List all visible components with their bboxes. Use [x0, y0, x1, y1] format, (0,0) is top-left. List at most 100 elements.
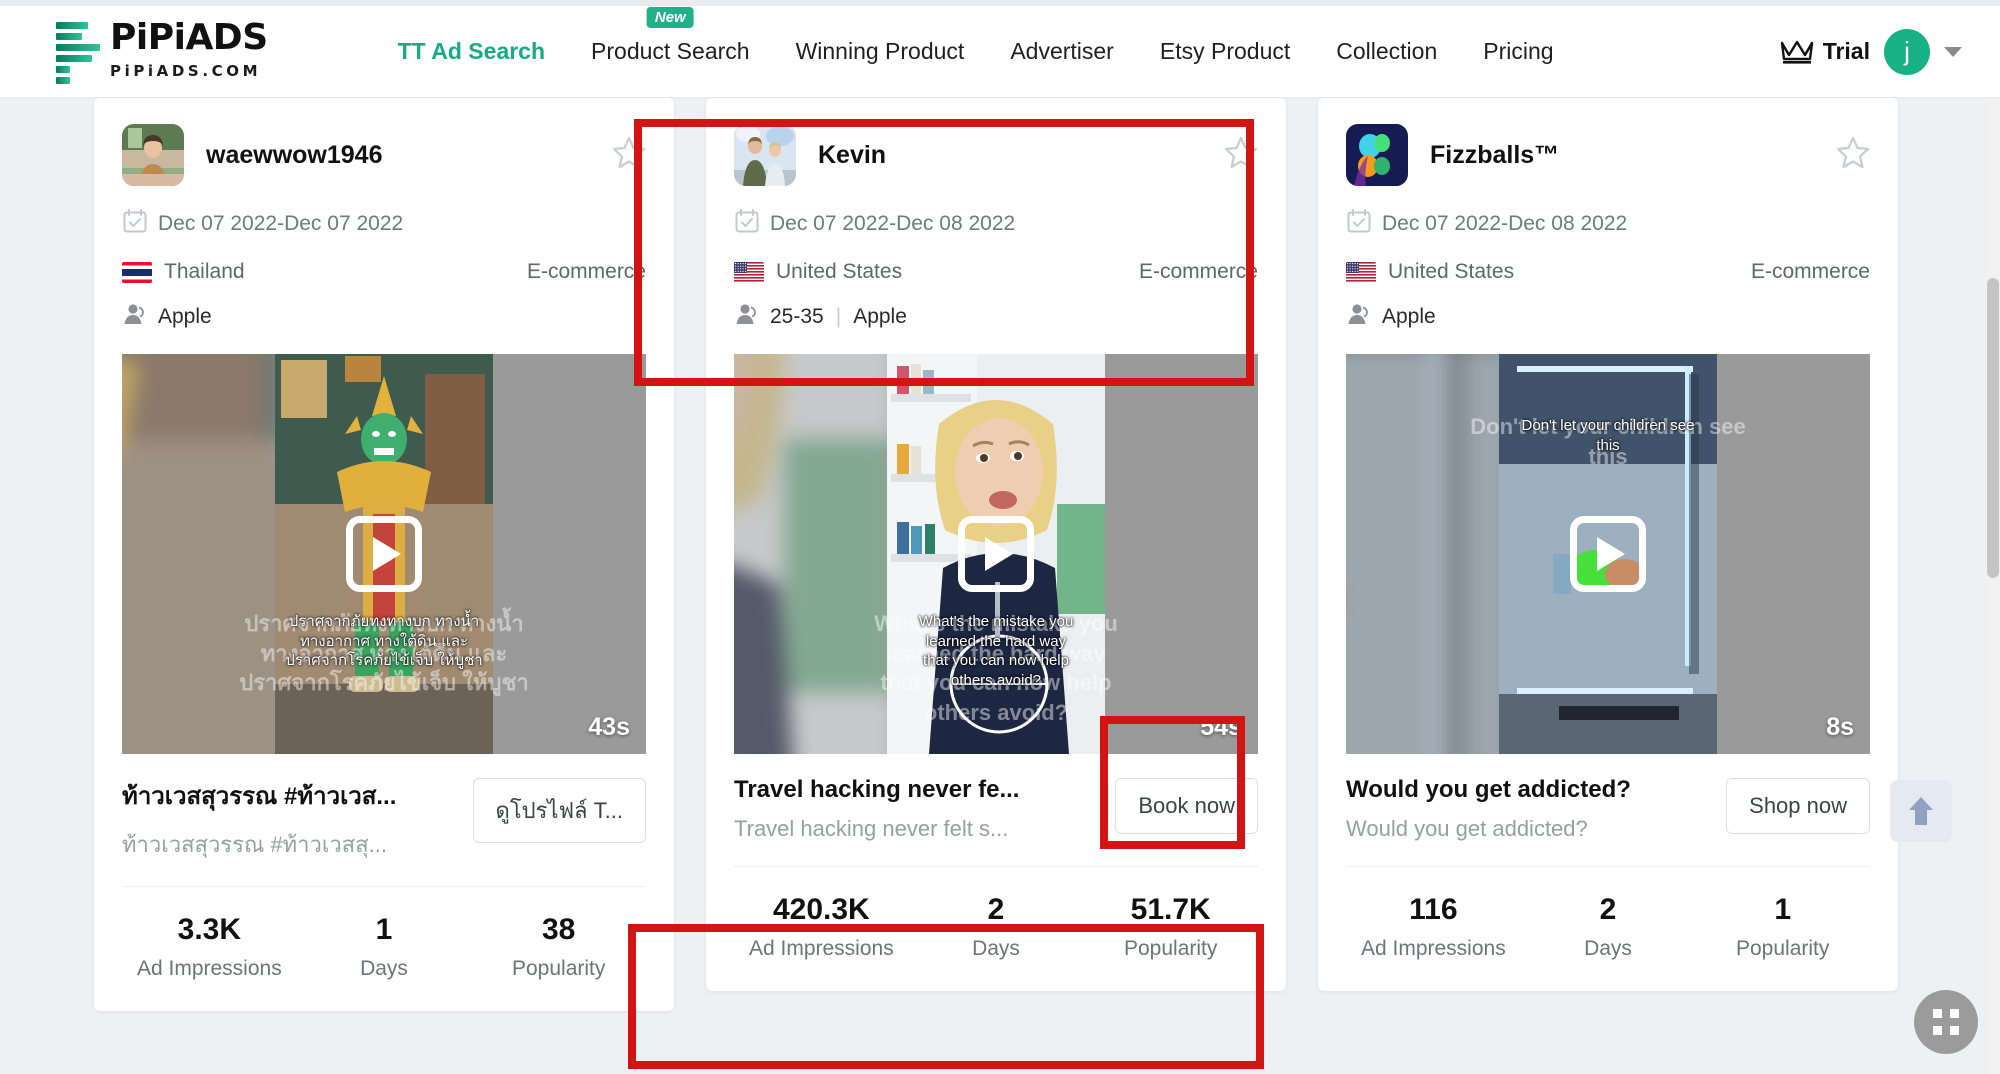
nav-item-winning-product[interactable]: Winning Product: [796, 34, 965, 69]
ad-subtitle: ท้าวเวสสุวรรณ #ท้าวเวสสุ...: [122, 832, 387, 857]
ad-video-thumbnail[interactable]: ปราศจากภัยทงทางบก ทางน้ำ ทางอากาศ ทางใต้ด…: [122, 354, 646, 754]
ad-cards-board: waewwow1946 Dec 07 2022-Dec 07 2022 Thaila…: [0, 98, 2000, 1074]
favorite-star-icon[interactable]: [1224, 136, 1258, 174]
advertiser-avatar[interactable]: [734, 124, 796, 186]
category-label: E-commerce: [1750, 260, 1870, 283]
nav-item-etsy-product[interactable]: Etsy Product: [1160, 34, 1290, 69]
ad-card[interactable]: waewwow1946 Dec 07 2022-Dec 07 2022 Thaila…: [94, 98, 674, 1011]
scroll-to-top-button[interactable]: [1890, 780, 1952, 842]
video-caption: Don't let your children see this: [1521, 417, 1695, 454]
calendar-icon: [1346, 208, 1372, 240]
card-header: Fizzballs™ Dec 07 2022-Dec 08 2022 United …: [1318, 98, 1898, 332]
advertiser-avatar[interactable]: [1346, 124, 1408, 186]
arrow-up-icon: [1909, 797, 1933, 825]
nav-item-label: Pricing: [1483, 38, 1554, 64]
ad-subtitle: Would you get addicted?: [1346, 816, 1588, 841]
ad-video-thumbnail[interactable]: What's the mistake you learned the hard w…: [734, 354, 1258, 754]
nav-item-label: Collection: [1336, 38, 1438, 64]
nav-item-tt-ad-search[interactable]: TT Ad Search: [398, 34, 545, 69]
stat-value: 420.3K: [772, 893, 870, 926]
audience-row: Apple: [1346, 302, 1870, 332]
stat-value: 2: [987, 893, 1005, 926]
category-label: E-commerce: [1138, 260, 1258, 283]
stat-label: Popularity: [511, 957, 606, 980]
stat-value: 116: [1409, 893, 1458, 926]
country-name: Thailand: [164, 260, 245, 283]
play-triangle-icon: [1597, 537, 1625, 571]
nav-item-label: Advertiser: [1010, 38, 1114, 64]
chevron-down-icon[interactable]: [1944, 46, 1962, 57]
ad-copy-block: ท้าวเวสสุวรรณ #ท้าวเวส... ท้าวเวสสุวรรณ #…: [94, 754, 674, 862]
ad-card[interactable]: Kevin Dec 07 2022-Dec 08 2022 United State…: [706, 98, 1286, 991]
ad-copy-block: Travel hacking never fe... Travel hacking…: [706, 754, 1286, 842]
calendar-icon: [122, 208, 148, 240]
nav-item-product-search[interactable]: Product Search New: [591, 7, 750, 69]
stat-item: 1 Popularity: [1695, 893, 1870, 961]
stat-label: Days: [360, 957, 408, 980]
play-button[interactable]: [958, 516, 1034, 592]
video-duration: 54s: [1200, 713, 1242, 741]
stat-item: 420.3K Ad Impressions: [734, 893, 909, 961]
date-range-text: Dec 07 2022-Dec 08 2022: [770, 212, 1016, 235]
expand-icon: [1929, 1005, 1963, 1039]
stat-label: Ad Impressions: [1360, 937, 1506, 960]
stat-item: 1 Days: [297, 913, 472, 981]
date-range-row: Dec 07 2022-Dec 08 2022: [1346, 208, 1870, 240]
expand-fab-button[interactable]: [1914, 990, 1978, 1054]
page-scrollbar-thumb[interactable]: [1987, 278, 1999, 578]
page-scrollbar[interactable]: [1986, 98, 2000, 1074]
stat-label: Popularity: [1735, 937, 1830, 960]
video-caption: What's the mistake you learned the hard w…: [918, 613, 1074, 689]
stat-label: Days: [1584, 937, 1632, 960]
favorite-star-icon[interactable]: [1836, 136, 1870, 174]
ad-card[interactable]: Fizzballs™ Dec 07 2022-Dec 08 2022 United …: [1318, 98, 1898, 991]
brand-logo[interactable]: PiPiADS PiPiADS.COM: [56, 19, 268, 84]
ad-stats-row: 3.3K Ad Impressions 1 Days 38 Popularity: [122, 886, 646, 981]
date-range-text: Dec 07 2022-Dec 08 2022: [1382, 212, 1628, 235]
stat-item: 116 Ad Impressions: [1346, 893, 1521, 961]
stat-value: 1: [375, 913, 393, 946]
video-duration: 43s: [588, 713, 630, 741]
play-button[interactable]: [1570, 516, 1646, 592]
country-name: United States: [776, 260, 903, 283]
ad-video-thumbnail[interactable]: Don't let your children see this Don't let…: [1346, 354, 1870, 754]
advertiser-name: Fizzballs™: [1430, 140, 1560, 169]
nav-item-pricing[interactable]: Pricing: [1483, 34, 1553, 69]
ad-stats-row: 116 Ad Impressions 2 Days 1 Popularity: [1346, 866, 1870, 961]
user-avatar[interactable]: j: [1884, 28, 1930, 75]
stat-item: 2 Days: [909, 893, 1084, 961]
country-flag-icon: [122, 261, 152, 283]
stat-label: Ad Impressions: [136, 957, 282, 980]
nav-item-advertiser[interactable]: Advertiser: [1010, 34, 1114, 69]
ad-cta-button[interactable]: Book now: [1115, 778, 1258, 834]
audience-row: 25-35 | Apple: [734, 302, 1258, 332]
stat-item: 3.3K Ad Impressions: [122, 913, 297, 981]
card-header: waewwow1946 Dec 07 2022-Dec 07 2022 Thaila…: [94, 98, 674, 332]
person-icon: [1346, 302, 1370, 332]
ad-copy-text: Travel hacking never fe... Travel hacking…: [734, 776, 1115, 842]
advertiser-name: Kevin: [818, 140, 887, 169]
pipiads-logo-icon: [56, 21, 100, 84]
crown-icon: [1780, 40, 1813, 64]
nav-item-collection[interactable]: Collection: [1336, 34, 1437, 69]
brand-subtitle: PiPiADS.COM: [110, 61, 262, 80]
stat-label: Ad Impressions: [748, 937, 894, 960]
ad-cta-button[interactable]: ดูโปรไฟล์ T...: [472, 778, 646, 843]
advertiser-avatar[interactable]: [122, 124, 184, 186]
ad-copy-text: ท้าวเวสสุวรรณ #ท้าวเวส... ท้าวเวสสุวรรณ #…: [122, 776, 473, 862]
category-label: E-commerce: [526, 260, 646, 283]
ad-subtitle: Travel hacking never felt s...: [734, 816, 1009, 841]
favorite-star-icon[interactable]: [612, 136, 646, 174]
ad-cta-button[interactable]: Shop now: [1726, 778, 1870, 834]
stat-value: 2: [1599, 893, 1617, 926]
video-duration: 8s: [1826, 713, 1854, 741]
country-name: United States: [1388, 260, 1515, 283]
ad-stats-row: 420.3K Ad Impressions 2 Days 51.7K Popularity: [734, 866, 1258, 961]
play-button[interactable]: [346, 516, 422, 592]
calendar-icon: [734, 208, 760, 240]
advertiser-identity: Kevin: [734, 124, 1258, 186]
country-category-row: Thailand E-commerce: [122, 260, 646, 284]
main-navigation: TT Ad Search Product Search New Winning Pro…: [398, 7, 1554, 69]
play-triangle-icon: [985, 537, 1013, 571]
trial-button[interactable]: Trial: [1780, 38, 1870, 65]
